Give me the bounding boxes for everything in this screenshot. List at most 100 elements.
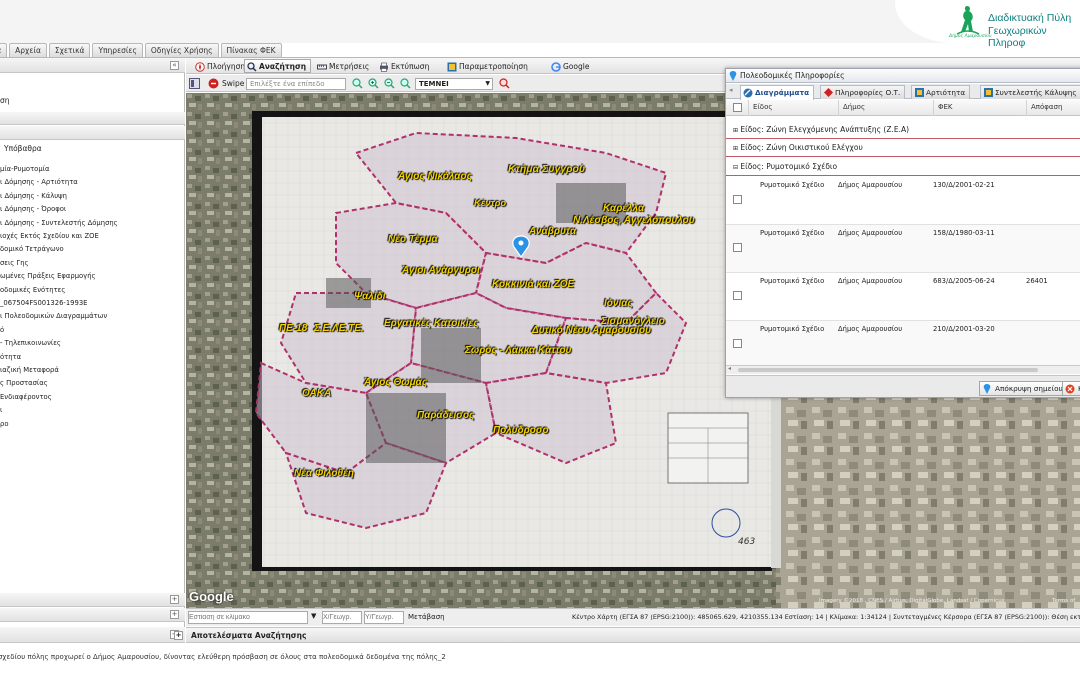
search-results-bar[interactable]: + Αποτελέσματα Αναζήτησης xyxy=(174,627,1080,643)
table-row[interactable]: Ρυμοτομικό Σχέδιο Δήμος Αμαρουσίου 210/Δ… xyxy=(726,321,1080,369)
zone-label: Άγιος Νικόλαος xyxy=(398,171,472,182)
layer-item[interactable]: ι Δόμησης - Αρτιότητα xyxy=(0,178,78,186)
coverage-ratio-icon xyxy=(984,88,993,97)
layer-item[interactable]: ι Πολεοδομικών Διαγραμμάτων xyxy=(0,312,107,320)
select-all-checkbox[interactable] xyxy=(733,103,742,112)
google-icon xyxy=(551,62,561,72)
measurements-tab[interactable]: Μετρήσεις xyxy=(314,59,374,73)
layer-item[interactable]: ό xyxy=(0,326,4,334)
table-row[interactable]: Ρυμοτομικό Σχέδιο Δήμος Αμαρουσίου 130/Δ… xyxy=(726,177,1080,225)
column-decision[interactable]: Απόφαση xyxy=(1026,100,1080,116)
menu-fek-table[interactable]: Πίνακας ΦΕΚ xyxy=(220,43,282,57)
parameters-tab[interactable]: Παραμετροποίηση xyxy=(444,59,533,73)
layer-item[interactable]: δομικό Τετράγωνο xyxy=(0,245,64,253)
menu-user-guide[interactable]: Οδηγίες Χρήσης xyxy=(144,43,219,57)
row-municipality: Δήμος Αμαρουσίου xyxy=(838,277,903,285)
tab-diagrams-label: Διαγράμματα xyxy=(755,88,810,97)
row-checkbox[interactable] xyxy=(733,339,742,348)
group-row-zoe[interactable]: ⊞ Είδος: Ζώνη Οικιστικού Ελέγχου xyxy=(726,139,1080,157)
portal-title-line2: Γεωχωρικών Πληροφ xyxy=(988,25,1047,49)
terms-link[interactable]: Terms of xyxy=(1052,598,1075,604)
expand-section-button[interactable]: + xyxy=(170,610,179,619)
tab-buildability[interactable]: Αρτιότητα xyxy=(911,85,971,99)
zoom-in-icon[interactable] xyxy=(368,78,379,89)
zoom-out-icon[interactable] xyxy=(384,78,395,89)
group-row-street-plan[interactable]: ⊟ Είδος: Ρυμοτομικό Σχέδιο xyxy=(726,158,1080,176)
group-row-zea[interactable]: ⊞ Είδος: Ζώνη Ελεγχόμενης Ανάπτυξης (Ζ.Ε… xyxy=(726,121,1080,139)
menu-services[interactable]: Υπηρεσίες xyxy=(92,43,143,57)
layer-item[interactable]: ι Δόμησης - Συντελεστής Δόμησης xyxy=(0,219,118,227)
zone-label: Ιόνιας xyxy=(604,298,633,309)
results-table-header: Είδος Δήμος ΦΕΚ Απόφαση xyxy=(726,100,1080,116)
toggle-panel-icon[interactable] xyxy=(189,78,200,89)
zone-label: Σ.Ε.ΛΕ.ΤΕ. xyxy=(314,323,364,334)
close-button[interactable]: Κ xyxy=(1062,381,1080,396)
settings-icon xyxy=(447,62,457,72)
row-municipality: Δήμος Αμαρουσίου xyxy=(838,325,903,333)
hide-point-button[interactable]: Απόκρυψη σημείου xyxy=(979,381,1068,396)
tab-diagrams[interactable]: Διαγράμματα xyxy=(740,85,815,100)
swipe-label[interactable]: Swipe xyxy=(222,79,244,88)
layer-item[interactable]: ιοχές Εκτός Σχεδίου και ΖΟΕ xyxy=(0,232,99,240)
menu-files[interactable]: Αρχεία xyxy=(9,43,47,57)
scroll-left-icon[interactable]: ◂ xyxy=(728,365,731,372)
layer-item[interactable]: - Τηλεπικοινωνίες xyxy=(0,339,61,347)
row-checkbox[interactable] xyxy=(733,291,742,300)
basemaps-section-label[interactable]: Υπόβαθρα xyxy=(4,144,42,153)
urban-info-header[interactable]: Πολεοδομικές Πληροφορίες xyxy=(726,69,1080,83)
layer-item[interactable]: ς Προστασίας xyxy=(0,379,48,387)
menu-home[interactable]: να xyxy=(0,43,8,57)
layer-item[interactable]: σεις Γης xyxy=(0,259,29,267)
layer-item[interactable]: ι Δόμησης - Κάλυψη xyxy=(0,192,67,200)
column-fek[interactable]: ΦΕΚ xyxy=(933,100,1026,116)
printer-icon xyxy=(380,62,388,72)
group-street-plan-label: Είδος: Ρυμοτομικό Σχέδιο xyxy=(740,162,838,171)
layer-item[interactable]: ιαζική Μεταφορά xyxy=(0,366,59,374)
layer-item[interactable]: Ενδιαφέροντος xyxy=(0,393,52,401)
layer-item[interactable]: _067504FS001326-1993E xyxy=(0,299,87,307)
swipe-layer-select[interactable]: Επιλέξτε ένα επίπεδο xyxy=(246,78,346,90)
collapse-panel-button[interactable]: « xyxy=(170,61,179,70)
buildability-icon xyxy=(915,88,924,97)
y-coordinate-input[interactable] xyxy=(364,611,404,624)
table-row[interactable]: Ρυμοτομικό Σχέδιο Δήμος Αμαρουσίου 683/Δ… xyxy=(726,273,1080,321)
navigation-tab[interactable]: Πλοήγηση xyxy=(192,59,250,73)
goto-button[interactable]: Μετάβαση xyxy=(408,613,445,621)
focus-scale-input[interactable] xyxy=(188,611,308,624)
sector-select[interactable]: ΤΕΜΝΕΙ ▼ xyxy=(415,78,493,90)
expand-results-button[interactable]: + xyxy=(174,631,183,640)
google-tab[interactable]: Google xyxy=(548,59,594,73)
zoom-extent-icon[interactable] xyxy=(400,78,411,89)
urban-info-tabs: ◂ Διαγράμματα Πληροφορίες Ο.Τ. Αρτιότητα… xyxy=(726,84,1080,100)
clear-search-icon[interactable] xyxy=(499,78,510,89)
layer-item[interactable]: ι xyxy=(0,406,2,414)
table-row[interactable]: Ρυμοτομικό Σχέδιο Δήμος Αμαρουσίου 158/Δ… xyxy=(726,225,1080,273)
print-tab[interactable]: Εκτύπωση xyxy=(376,59,434,73)
column-municipality[interactable]: Δήμος xyxy=(838,100,933,116)
zoom-to-selection-icon[interactable] xyxy=(352,78,363,89)
tabs-scroll-left-icon[interactable]: ◂ xyxy=(729,86,733,94)
panel-section-bar-1: + xyxy=(0,593,185,607)
layer-item[interactable]: οδομικές Ενότητες xyxy=(0,286,65,294)
layer-item[interactable]: ότητα xyxy=(0,353,21,361)
portal-logo[interactable]: Διαδικτυακή Πύλη Γεωχωρικών Πληροφ Δήμος… xyxy=(895,0,1080,49)
tab-block-info[interactable]: Πληροφορίες Ο.Τ. xyxy=(820,85,906,99)
row-checkbox[interactable] xyxy=(733,243,742,252)
expand-section-button[interactable]: + xyxy=(170,595,179,604)
row-fek: 158/Δ/1980-03-11 xyxy=(933,229,995,237)
layer-item[interactable]: ι Δόμησης - Όροφοι xyxy=(0,205,66,213)
search-tab[interactable]: Αναζήτηση xyxy=(244,59,312,73)
layer-item[interactable]: μία-Ρυμοτομία xyxy=(0,165,49,173)
map-status-bar: ▼ Μετάβαση Κέντρο Χάρτη (ΕΓΣΑ 87 (EPSG:2… xyxy=(186,608,1080,626)
horizontal-scrollbar[interactable]: ◂ xyxy=(726,365,1080,374)
zone-label: Άγιος Θωμάς xyxy=(364,377,428,388)
layer-item[interactable]: ρο xyxy=(0,420,8,428)
tab-coverage-ratio[interactable]: Συντελεστής Κάλυψης xyxy=(980,85,1080,99)
column-type[interactable]: Είδος xyxy=(748,100,838,116)
layer-item[interactable]: ωμένες Πράξεις Εφαρμογής xyxy=(0,272,96,280)
chevron-down-icon[interactable]: ▼ xyxy=(311,612,316,620)
row-checkbox[interactable] xyxy=(733,195,742,204)
menu-related[interactable]: Σχετικά xyxy=(48,43,91,57)
scrollbar-thumb[interactable] xyxy=(738,368,1038,372)
x-coordinate-input[interactable] xyxy=(322,611,362,624)
